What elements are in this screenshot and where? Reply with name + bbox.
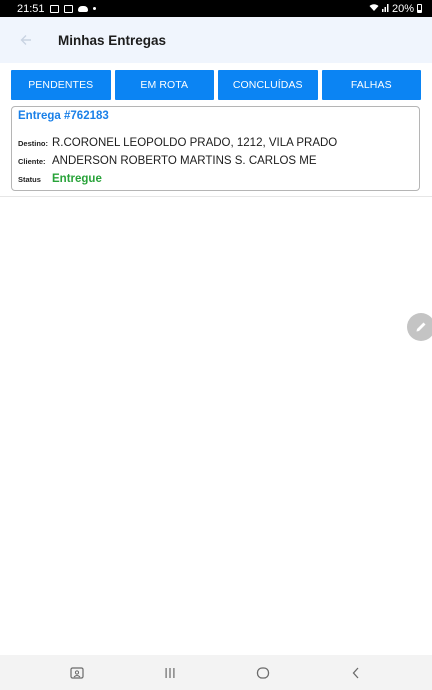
delivery-tabs: PENDENTES EM ROTA CONCLUÍDAS FALHAS — [11, 70, 421, 100]
status-left: 21:51 — [17, 3, 96, 15]
back-nav-button[interactable] — [336, 658, 376, 688]
pencil-icon — [416, 322, 426, 332]
recent-apps-button[interactable] — [150, 658, 190, 688]
destino-row: Destino: R.CORONEL LEOPOLDO PRADO, 1212,… — [18, 137, 337, 149]
chevron-left-icon — [352, 667, 358, 678]
cliente-row: Cliente: ANDERSON ROBERTO MARTINS S. CAR… — [18, 155, 317, 167]
edit-button[interactable] — [407, 313, 432, 341]
more-notifications-icon — [92, 7, 96, 10]
system-nav-bar — [0, 655, 432, 690]
cloud-notification-icon — [77, 5, 88, 12]
destino-value: R.CORONEL LEOPOLDO PRADO, 1212, VILA PRA… — [52, 137, 338, 149]
delivery-title: Entrega #762183 — [18, 110, 109, 122]
screenshot-icon — [69, 666, 84, 679]
page-title: Minhas Entregas — [58, 32, 167, 48]
screenshot-button[interactable] — [57, 658, 97, 688]
battery-icon — [417, 4, 422, 13]
recent-apps-icon — [165, 667, 174, 678]
app-header: Minhas Entregas — [0, 17, 432, 63]
back-button[interactable] — [0, 17, 52, 63]
list-divider — [0, 196, 432, 197]
cliente-label: Cliente: — [18, 157, 46, 166]
tab-em-rota[interactable]: EM ROTA — [114, 70, 214, 100]
clock: 21:51 — [17, 2, 45, 15]
cliente-value: ANDERSON ROBERTO MARTINS S. CARLOS ME — [52, 155, 317, 167]
status-label: Status — [18, 175, 41, 184]
tab-pendentes[interactable]: PENDENTES — [11, 70, 111, 100]
status-row: Status Entregue — [18, 173, 102, 185]
gallery-notification-icon — [49, 4, 59, 13]
tab-falhas[interactable]: FALHAS — [321, 70, 421, 100]
arrow-left-icon — [20, 35, 31, 45]
destino-label: Destino: — [18, 139, 48, 148]
signal-icon — [381, 3, 389, 15]
image-notification-icon — [63, 4, 73, 13]
home-icon — [256, 666, 269, 679]
battery-level: 20% — [391, 2, 414, 15]
system-status-bar: 21:51 20% — [0, 0, 432, 17]
tab-concluidas[interactable]: CONCLUÍDAS — [218, 70, 318, 100]
delivery-card[interactable]: Entrega #762183 Destino: R.CORONEL LEOPO… — [11, 106, 420, 191]
status-right: 20% — [369, 3, 422, 15]
home-button[interactable] — [243, 658, 283, 688]
status-value: Entregue — [52, 173, 102, 185]
wifi-icon — [369, 3, 379, 15]
